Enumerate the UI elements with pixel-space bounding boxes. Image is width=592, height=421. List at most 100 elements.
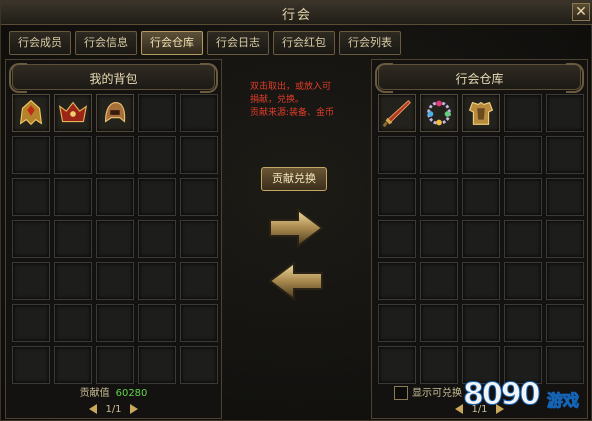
bag-slot[interactable]	[138, 304, 176, 342]
warehouse-slot[interactable]	[462, 136, 500, 174]
bag-slot[interactable]	[12, 262, 50, 300]
warehouse-slot[interactable]	[378, 94, 416, 132]
warehouse-slot[interactable]	[462, 304, 500, 342]
warehouse-slot[interactable]	[420, 304, 458, 342]
warehouse-slot[interactable]	[504, 94, 542, 132]
show-exchangeable-checkbox[interactable]	[394, 386, 408, 400]
title-bar: 行会 ✕	[1, 1, 592, 25]
tab-guild-list[interactable]: 行会列表	[339, 31, 401, 55]
tab-log[interactable]: 行会日志	[207, 31, 269, 55]
warehouse-slot[interactable]	[420, 346, 458, 384]
close-button[interactable]: ✕	[572, 3, 590, 21]
warehouse-slot[interactable]	[420, 220, 458, 258]
bag-slot[interactable]	[180, 136, 218, 174]
watermark-logo: 8090 游戏	[463, 377, 591, 421]
notice-line: 贡献来源:装备、金币	[250, 108, 335, 118]
warehouse-slot[interactable]	[378, 220, 416, 258]
tab-red-packet[interactable]: 行会红包	[273, 31, 335, 55]
gold-armor-icon	[463, 95, 499, 135]
warehouse-slot[interactable]	[504, 262, 542, 300]
bag-slot[interactable]	[12, 304, 50, 342]
warehouse-slot[interactable]	[420, 94, 458, 132]
bag-slot[interactable]	[96, 136, 134, 174]
red-sword-icon	[379, 95, 415, 135]
move-right-arrow-icon[interactable]	[266, 207, 326, 249]
bag-slot[interactable]	[54, 346, 92, 384]
tab-bar: 行会成员 行会信息 行会仓库 行会日志 行会红包 行会列表	[9, 31, 401, 55]
warehouse-slot[interactable]	[420, 262, 458, 300]
tab-info[interactable]: 行会信息	[75, 31, 137, 55]
warehouse-slot[interactable]	[378, 136, 416, 174]
guild-window: 行会 ✕ 行会成员 行会信息 行会仓库 行会日志 行会红包 行会列表 我的背包 …	[0, 0, 592, 421]
bag-slot[interactable]	[54, 136, 92, 174]
bag-slot[interactable]	[180, 94, 218, 132]
warehouse-slot[interactable]	[546, 136, 584, 174]
tab-warehouse[interactable]: 行会仓库	[141, 31, 203, 55]
bag-slot[interactable]	[180, 220, 218, 258]
bag-slot[interactable]	[12, 94, 50, 132]
bag-slot[interactable]	[138, 94, 176, 132]
warehouse-slot[interactable]	[546, 94, 584, 132]
bag-slot[interactable]	[12, 178, 50, 216]
bag-slot[interactable]	[180, 304, 218, 342]
warehouse-slot[interactable]	[546, 262, 584, 300]
warehouse-header: 行会仓库	[375, 63, 584, 93]
warehouse-slot[interactable]	[546, 220, 584, 258]
bag-slot[interactable]	[96, 262, 134, 300]
warehouse-slot[interactable]	[462, 220, 500, 258]
bag-slot[interactable]	[12, 346, 50, 384]
bag-slot[interactable]	[54, 178, 92, 216]
bag-slot[interactable]	[12, 220, 50, 258]
bag-title: 我的背包	[89, 72, 138, 86]
notice-line: 捐献，兑换。	[250, 95, 305, 105]
bag-slot[interactable]	[180, 262, 218, 300]
bag-panel: 我的背包 贡献值 60280 1/1	[5, 59, 222, 419]
warehouse-slot[interactable]	[462, 262, 500, 300]
warehouse-slot[interactable]	[504, 136, 542, 174]
bag-slot[interactable]	[138, 178, 176, 216]
bag-slot[interactable]	[54, 220, 92, 258]
bag-slot[interactable]	[54, 94, 92, 132]
gem-necklace-icon	[421, 95, 457, 135]
bag-slot[interactable]	[54, 304, 92, 342]
gold-hood-icon	[97, 95, 133, 135]
warehouse-slot[interactable]	[378, 178, 416, 216]
contribution-exchange-button[interactable]: 贡献兑换	[261, 167, 327, 191]
bag-slot[interactable]	[54, 262, 92, 300]
red-helmet-icon	[55, 95, 91, 135]
bag-slot[interactable]	[96, 178, 134, 216]
bag-slot[interactable]	[180, 346, 218, 384]
tab-members[interactable]: 行会成员	[9, 31, 71, 55]
warehouse-slot[interactable]	[420, 136, 458, 174]
bag-slot[interactable]	[96, 94, 134, 132]
warehouse-slot[interactable]	[378, 304, 416, 342]
show-exchangeable-filter[interactable]: 显示可兑换	[394, 384, 462, 400]
prev-page-icon[interactable]	[89, 404, 98, 414]
warehouse-slot[interactable]	[378, 262, 416, 300]
bag-slot[interactable]	[96, 346, 134, 384]
warehouse-slot[interactable]	[504, 220, 542, 258]
warehouse-slot[interactable]	[462, 178, 500, 216]
warehouse-slot[interactable]	[504, 178, 542, 216]
contribution-value: 60280	[115, 388, 148, 399]
bag-slot[interactable]	[180, 178, 218, 216]
bag-slot[interactable]	[12, 136, 50, 174]
warehouse-slot[interactable]	[378, 346, 416, 384]
bag-slot[interactable]	[138, 136, 176, 174]
move-left-arrow-icon[interactable]	[266, 260, 326, 302]
bag-slot[interactable]	[138, 220, 176, 258]
contribution: 贡献值 60280	[6, 384, 221, 399]
bag-slot[interactable]	[96, 220, 134, 258]
warehouse-slot[interactable]	[546, 304, 584, 342]
window-title: 行会	[281, 8, 312, 23]
bag-slot[interactable]	[96, 304, 134, 342]
next-page-icon[interactable]	[129, 404, 138, 414]
bag-page-indicator: 1/1	[105, 404, 122, 415]
warehouse-slot[interactable]	[546, 178, 584, 216]
warehouse-slot[interactable]	[462, 94, 500, 132]
bag-slot[interactable]	[138, 346, 176, 384]
watermark-number: 8090	[463, 377, 541, 413]
warehouse-slot[interactable]	[504, 304, 542, 342]
warehouse-slot[interactable]	[420, 178, 458, 216]
bag-slot[interactable]	[138, 262, 176, 300]
